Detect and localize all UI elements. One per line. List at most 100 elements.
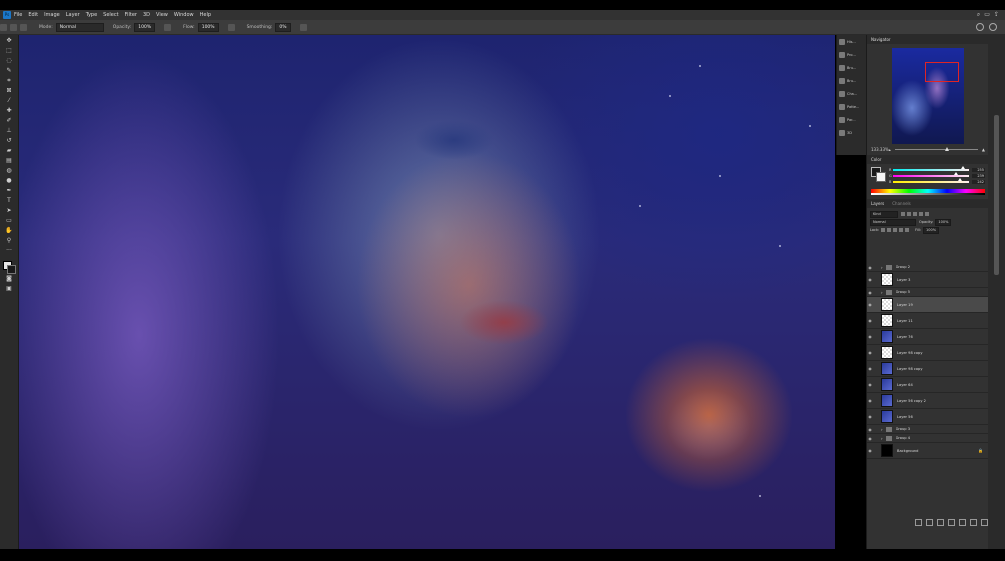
opacity-field[interactable]: 100% — [134, 22, 156, 32]
pressure-size-icon[interactable] — [976, 23, 984, 31]
tab-channels[interactable]: Channels — [892, 201, 911, 206]
chevron-right-icon[interactable]: › — [881, 436, 883, 441]
visibility-eye-icon[interactable]: ◉ — [867, 302, 873, 307]
hand-tool-icon[interactable]: ✋ — [4, 227, 14, 235]
lock-position-icon[interactable] — [893, 228, 898, 232]
layer-row[interactable]: ◉ Layer 3 — [867, 272, 989, 288]
path-select-tool-icon[interactable]: ➤ — [4, 207, 14, 215]
menu-type[interactable]: Type — [86, 12, 97, 18]
adjustment-layer-icon[interactable] — [948, 519, 955, 526]
visibility-eye-icon[interactable]: ◉ — [867, 398, 873, 403]
visibility-eye-icon[interactable]: ◉ — [867, 414, 873, 419]
blue-slider-marker[interactable] — [957, 178, 962, 181]
red-slider-marker[interactable] — [961, 166, 966, 169]
fill-field[interactable]: 100% — [923, 226, 940, 234]
layer-name[interactable]: Group 4 — [896, 436, 989, 440]
color-panel-swatches[interactable] — [871, 167, 886, 182]
layer-row[interactable]: ◉ Layer 76 — [867, 329, 989, 345]
brushes-panel-button[interactable]: Bru... — [837, 61, 867, 74]
navigator-zoom-slider[interactable] — [894, 147, 978, 151]
shape-tool-icon[interactable]: ▭ — [4, 217, 14, 225]
pen-tool-icon[interactable]: ✒ — [4, 187, 14, 195]
new-layer-icon[interactable] — [970, 519, 977, 526]
gradient-tool-icon[interactable]: ▤ — [4, 157, 14, 165]
layer-thumbnail[interactable] — [881, 378, 893, 391]
layer-name[interactable]: Layer 56 — [897, 415, 989, 419]
history-panel-button[interactable]: His... — [837, 35, 867, 48]
blue-value[interactable]: 242 — [972, 180, 985, 184]
layer-thumbnail[interactable] — [881, 394, 893, 407]
layer-thumbnail[interactable] — [881, 346, 893, 359]
red-slider[interactable] — [893, 166, 969, 171]
patterns-panel-button[interactable]: Patte... — [837, 100, 867, 113]
menu-3d[interactable]: 3D — [143, 12, 150, 18]
properties-panel-button[interactable]: Pro... — [837, 48, 867, 61]
more-tools-icon[interactable]: ··· — [4, 247, 14, 255]
menu-filter[interactable]: Filter — [125, 12, 137, 18]
chevron-right-icon[interactable]: › — [881, 290, 883, 295]
menu-file[interactable]: File — [14, 12, 22, 18]
menu-select[interactable]: Select — [103, 12, 118, 18]
lock-transparent-icon[interactable] — [881, 228, 886, 232]
layer-group-row[interactable]: ◉ › Group 4 — [867, 434, 989, 443]
brush-settings-panel-button[interactable]: Bru... — [837, 74, 867, 87]
trash-icon[interactable] — [981, 519, 988, 526]
layer-thumbnail[interactable] — [881, 298, 893, 311]
menu-layer[interactable]: Layer — [66, 12, 80, 18]
layer-row[interactable]: ◉ Layer 64 — [867, 377, 989, 393]
layer-row[interactable]: ◉ Layer 56 copy 2 — [867, 393, 989, 409]
clone-stamp-tool-icon[interactable]: ⊥ — [4, 127, 14, 135]
layer-row[interactable]: ◉ Layer 98 copy — [867, 345, 989, 361]
layer-row[interactable]: ◉ Layer 98 copy — [867, 361, 989, 377]
blur-tool-icon[interactable]: ◍ — [4, 167, 14, 175]
document-canvas[interactable] — [19, 35, 835, 549]
lock-image-icon[interactable] — [887, 228, 892, 232]
layer-name[interactable]: Layer 76 — [897, 335, 989, 339]
3d-panel-button[interactable]: 3D — [837, 126, 867, 139]
layer-opacity-field[interactable]: 100% — [935, 218, 952, 226]
lock-artboard-icon[interactable] — [899, 228, 904, 232]
menu-view[interactable]: View — [156, 12, 168, 18]
character-panel-button[interactable]: Cha... — [837, 87, 867, 100]
filter-smart-object-icon[interactable] — [925, 212, 929, 216]
menu-edit[interactable]: Edit — [28, 12, 38, 18]
airbrush-icon[interactable] — [227, 23, 235, 31]
visibility-eye-icon[interactable]: ◉ — [867, 350, 873, 355]
layer-thumbnail[interactable] — [881, 410, 893, 423]
tab-navigator[interactable]: Navigator — [871, 37, 891, 42]
menu-image[interactable]: Image — [44, 12, 60, 18]
layer-name[interactable]: Background — [897, 449, 978, 453]
panel-scrollbar[interactable] — [988, 35, 1005, 549]
brush-preset-icon[interactable] — [10, 23, 17, 31]
layer-row[interactable]: ◉ Layer 56 — [867, 409, 989, 425]
layer-style-icon[interactable] — [926, 519, 933, 526]
history-brush-tool-icon[interactable]: ↺ — [4, 137, 14, 145]
dodge-tool-icon[interactable]: ● — [4, 177, 14, 185]
layer-row[interactable]: ◉ Layer 19 — [867, 297, 989, 313]
link-layers-icon[interactable] — [915, 519, 922, 526]
scrollbar-thumb[interactable] — [994, 115, 999, 275]
red-value[interactable]: 255 — [972, 168, 985, 172]
menu-window[interactable]: Window — [174, 12, 194, 18]
workspace-icon[interactable]: ▭ — [984, 11, 990, 19]
navigator-zoom-value[interactable]: 133.33% — [871, 147, 889, 152]
layer-row[interactable]: ◉ Background 🔒 — [867, 443, 989, 459]
lasso-tool-icon[interactable]: ◌ — [4, 57, 14, 65]
visibility-eye-icon[interactable]: ◉ — [867, 382, 873, 387]
filter-type-icon[interactable] — [913, 212, 917, 216]
blue-slider[interactable] — [893, 178, 969, 183]
add-mask-icon[interactable] — [937, 519, 944, 526]
layer-name[interactable]: Layer 3 — [897, 278, 989, 282]
layer-name[interactable]: Layer 19 — [897, 303, 989, 307]
chevron-right-icon[interactable]: › — [881, 265, 883, 270]
background-color-swatch[interactable] — [7, 265, 16, 274]
smoothing-field[interactable]: 0% — [275, 22, 291, 32]
visibility-eye-icon[interactable]: ◉ — [867, 427, 873, 432]
zoom-in-icon[interactable]: ▲ — [982, 147, 985, 152]
layer-name[interactable]: Layer 98 copy — [897, 351, 989, 355]
layer-group-row[interactable]: ◉ › Group 3 — [867, 425, 989, 434]
layer-name[interactable]: Group 3 — [896, 427, 989, 431]
pressure-opacity-icon[interactable] — [164, 23, 172, 31]
color-swatches[interactable] — [3, 261, 16, 274]
brush-tool-icon[interactable]: ✐ — [4, 117, 14, 125]
